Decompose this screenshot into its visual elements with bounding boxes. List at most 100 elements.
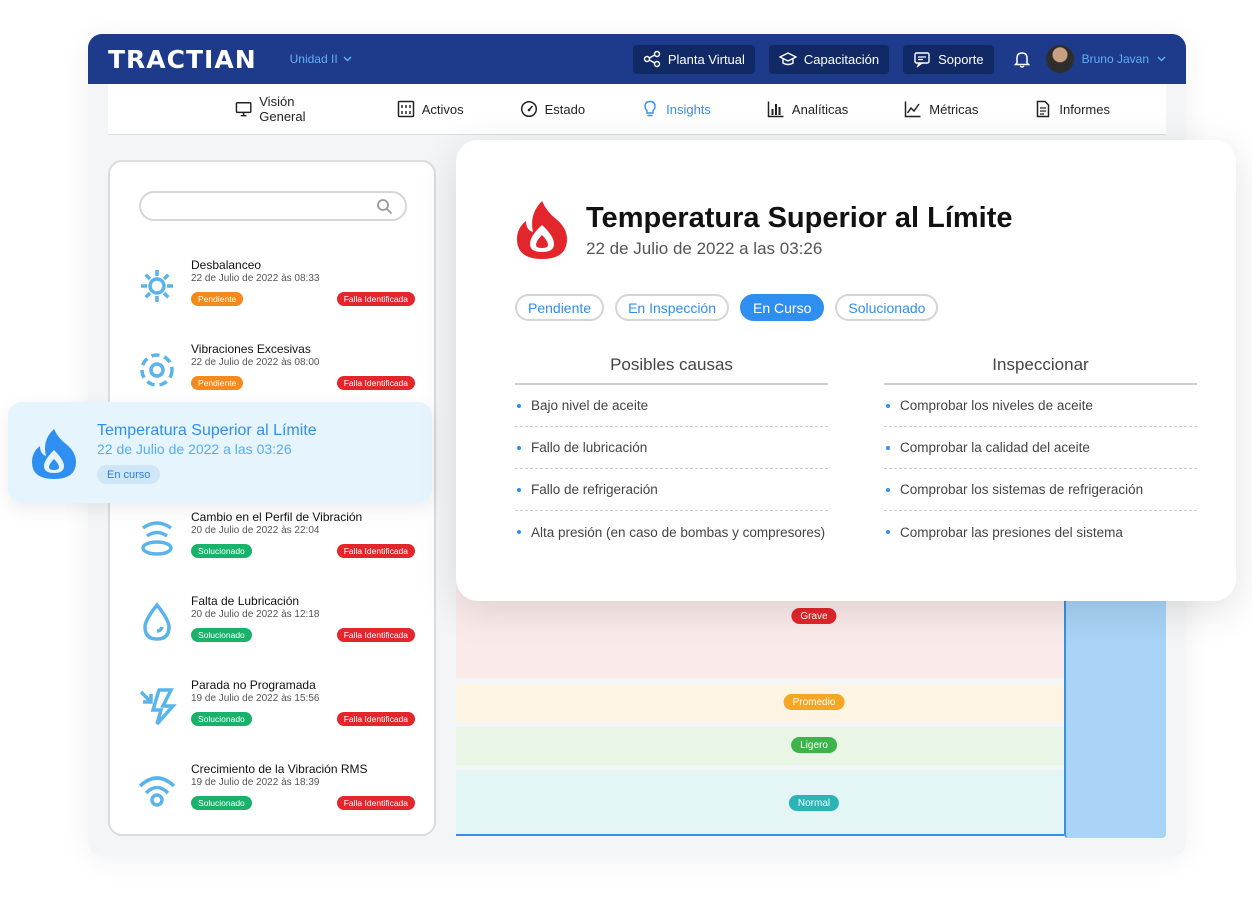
asset-icon: [397, 100, 414, 118]
severity-band-normal: [456, 770, 1064, 836]
cause-text: Bajo nivel de aceite: [531, 398, 649, 413]
chevron-down-icon: [343, 56, 352, 62]
status-badge: Solucionado: [191, 628, 252, 642]
search-input[interactable]: [139, 191, 407, 221]
status-selector: Pendiente En Inspección En Curso Solucio…: [515, 294, 939, 321]
detail-title: Temperatura Superior al Límite: [586, 202, 1013, 234]
tab-estado[interactable]: Estado: [520, 100, 585, 118]
detail-date: 22 de Julio de 2022 a las 03:26: [586, 239, 823, 258]
gauge-icon: [520, 100, 537, 118]
training-label: Capacitación: [803, 51, 880, 67]
tab-label: Insights: [666, 101, 711, 117]
unit-selector[interactable]: Unidad II: [290, 52, 352, 66]
document-icon: [1037, 100, 1050, 118]
list-item: Fallo de lubricación: [515, 427, 828, 469]
severity-band-promedio: [456, 684, 1064, 722]
inspect-list: Inspeccionar Comprobar los niveles de ac…: [884, 355, 1197, 553]
severity-band-ligero: [456, 727, 1064, 765]
tab-insights[interactable]: Insights: [641, 100, 711, 118]
severity-label-grave: Grave: [791, 608, 837, 624]
bell-icon[interactable]: [1012, 49, 1032, 69]
lightbulb-icon: [644, 100, 656, 117]
severity-highlight-column: [1064, 580, 1166, 838]
tab-label: Activos: [421, 101, 464, 117]
severity-label-promedio: Promedio: [783, 694, 845, 710]
insight-detail-card: Temperatura Superior al Límite 22 de Jul…: [456, 140, 1236, 601]
status-solucionado-button[interactable]: Solucionado: [835, 294, 939, 321]
gear-icon: [141, 270, 173, 302]
insight-date: 19 de Julio de 2022 às 18:39: [191, 777, 320, 788]
list-item[interactable]: Falta de Lubricación 20 de Julio de 2022…: [135, 594, 415, 652]
selected-title: Temperatura Superior al Límite: [97, 422, 317, 439]
insight-title: Crecimiento de la Vibración RMS: [191, 762, 368, 776]
unit-selector-label: Unidad II: [289, 52, 338, 66]
fault-badge: Falla Identificada: [336, 376, 415, 390]
insight-title: Desbalanceo: [191, 258, 262, 272]
status-badge: Solucionado: [191, 712, 252, 726]
list-item[interactable]: Desbalanceo 22 de Julio de 2022 às 08:33…: [135, 258, 415, 316]
line-chart-icon: [905, 101, 921, 118]
status-en-inspeccion-button[interactable]: En Inspección: [615, 294, 730, 321]
tab-informes[interactable]: Informes: [1034, 100, 1110, 118]
status-badge: Solucionado: [191, 544, 252, 558]
user-name: Bruno Javan: [1081, 52, 1149, 66]
insight-date: 22 de Julio de 2022 às 08:00: [191, 357, 320, 368]
main-nav: Visión General Activos Estado Insights A…: [108, 84, 1166, 135]
status-badge: Pendiente: [191, 376, 244, 390]
tab-metricas[interactable]: Métricas: [904, 100, 978, 118]
list-item: Alta presión (en caso de bombas y compre…: [515, 511, 828, 553]
selected-insight-card[interactable]: Temperatura Superior al Límite 22 de Jul…: [8, 402, 432, 503]
insight-date: 20 de Julio de 2022 às 22:04: [191, 525, 320, 536]
graduation-cap-icon: [778, 52, 797, 66]
insight-title: Cambio en el Perfil de Vibración: [191, 510, 363, 524]
fault-badge: Falla Identificada: [336, 712, 415, 726]
insight-date: 19 de Julio de 2022 às 15:56: [191, 693, 320, 704]
user-menu[interactable]: Bruno Javan: [1045, 45, 1166, 73]
insight-date: 22 de Julio de 2022 às 08:33: [191, 273, 320, 284]
drop-icon: [143, 602, 171, 641]
status-en-curso-button[interactable]: En Curso: [740, 294, 825, 321]
severity-label-ligero: Ligero: [791, 737, 837, 753]
inspect-text: Comprobar los sistemas de refrigeración: [900, 482, 1144, 497]
inspect-text: Comprobar la calidad del aceite: [900, 440, 1090, 455]
support-button[interactable]: Soporte: [903, 44, 994, 74]
avatar: [1045, 45, 1074, 73]
status-pendiente-button[interactable]: Pendiente: [515, 294, 605, 321]
tab-label: Analíticas: [791, 101, 849, 117]
list-item[interactable]: Parada no Programada 19 de Julio de 2022…: [135, 678, 415, 736]
possible-causes-heading: Posibles causas: [515, 355, 828, 385]
insight-date: 20 de Julio de 2022 às 12:18: [191, 609, 320, 620]
status-badge: Pendiente: [191, 292, 244, 306]
fault-badge: Falla Identificada: [336, 796, 415, 810]
list-item: Fallo de refrigeración: [515, 469, 828, 511]
tab-analiticas[interactable]: Analíticas: [767, 100, 848, 118]
chevron-down-icon: [1157, 56, 1166, 62]
search-icon: [377, 199, 393, 215]
virtual-plant-label: Planta Virtual: [667, 51, 745, 67]
list-item[interactable]: Cambio en el Perfil de Vibración 20 de J…: [135, 510, 415, 568]
inspect-heading: Inspeccionar: [884, 355, 1197, 385]
tab-activos[interactable]: Activos: [397, 100, 464, 118]
tab-vision-general[interactable]: Visión General: [235, 94, 341, 124]
network-icon: [643, 50, 661, 68]
tab-label: Informes: [1059, 101, 1110, 117]
monitor-icon: [235, 102, 252, 117]
inspect-text: Comprobar las presiones del sistema: [900, 524, 1123, 540]
list-item[interactable]: Crecimiento de la Vibración RMS 19 de Ju…: [135, 762, 415, 820]
tab-label: Visión General: [259, 94, 306, 124]
flame-icon: [32, 429, 76, 479]
stop-icon: [139, 688, 177, 726]
fault-badge: Falla Identificada: [336, 292, 415, 306]
status-badge: Solucionado: [191, 796, 252, 810]
vibration-icon: [140, 353, 174, 387]
possible-causes-list: Posibles causas Bajo nivel de aceite Fal…: [515, 355, 828, 553]
signal-icon: [138, 776, 176, 807]
list-item: Comprobar los sistemas de refrigeración: [884, 469, 1197, 511]
cause-text: Alta presión (en caso de bombas y compre…: [531, 524, 826, 540]
training-button[interactable]: Capacitación: [768, 44, 890, 74]
fault-badge: Falla Identificada: [336, 544, 415, 558]
virtual-plant-button[interactable]: Planta Virtual: [632, 44, 755, 74]
cause-text: Fallo de lubricación: [531, 440, 648, 455]
wave-icon: [141, 521, 173, 556]
list-item[interactable]: Vibraciones Excesivas 22 de Julio de 202…: [135, 342, 415, 400]
